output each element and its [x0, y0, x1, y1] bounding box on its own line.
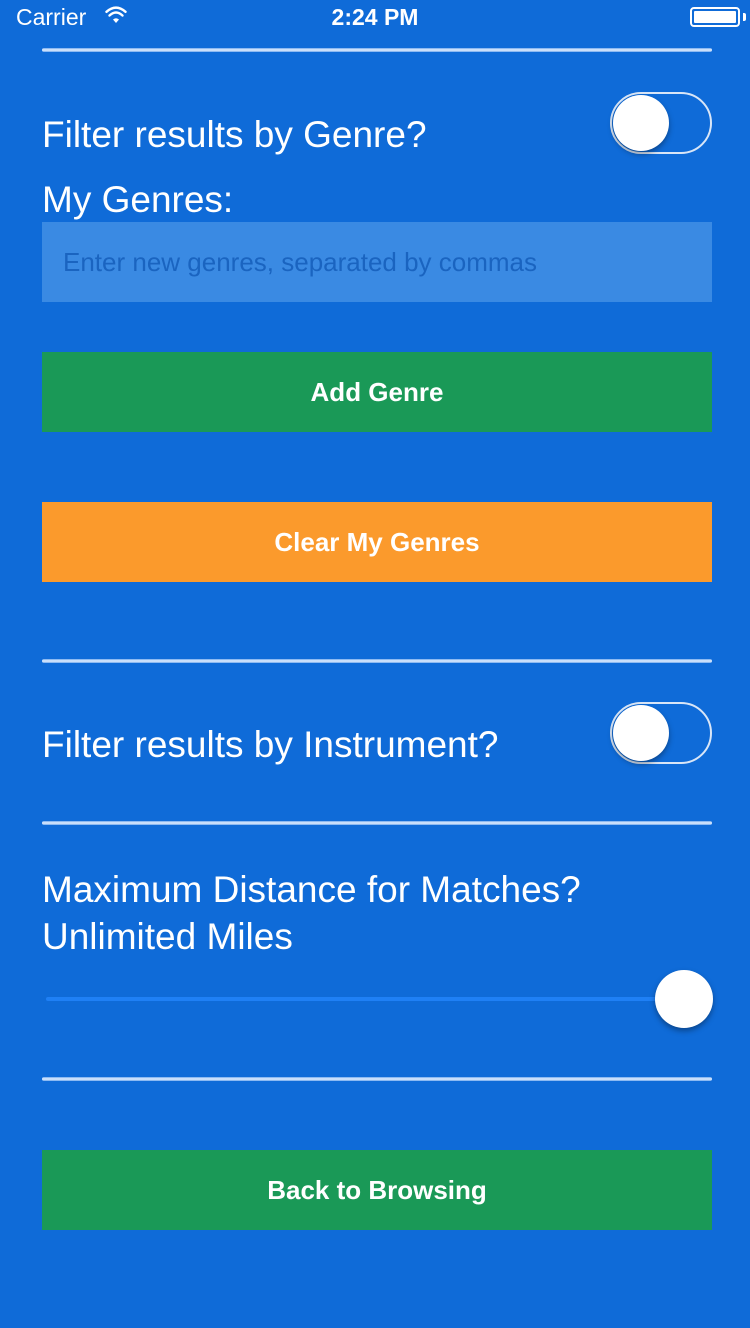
- genre-filter-switch-knob: [613, 95, 669, 151]
- instrument-filter-label: Filter results by Instrument?: [42, 724, 499, 765]
- add-genre-button[interactable]: Add Genre: [42, 352, 712, 432]
- distance-value: Unlimited Miles: [42, 916, 293, 957]
- genre-filter-label: Filter results by Genre?: [42, 114, 427, 155]
- distance-slider[interactable]: [46, 970, 713, 1028]
- divider-instrument: [42, 821, 712, 825]
- divider-genre: [42, 659, 712, 663]
- battery-level-fill: [694, 11, 736, 23]
- status-time: 2:24 PM: [331, 4, 419, 30]
- clear-genres-button[interactable]: Clear My Genres: [42, 502, 712, 582]
- distance-slider-thumb[interactable]: [655, 970, 713, 1028]
- instrument-filter-switch[interactable]: [610, 702, 712, 764]
- genre-filter-switch[interactable]: [610, 92, 712, 154]
- distance-label: Maximum Distance for Matches?: [42, 869, 581, 910]
- divider-distance: [42, 1077, 712, 1081]
- distance-slider-track[interactable]: [46, 997, 684, 1001]
- divider-top: [42, 48, 712, 52]
- instrument-filter-switch-knob: [613, 705, 669, 761]
- back-to-browsing-button[interactable]: Back to Browsing: [42, 1150, 712, 1230]
- battery-icon: [690, 7, 740, 27]
- genre-input[interactable]: [42, 222, 712, 302]
- my-genres-label: My Genres:: [42, 179, 234, 220]
- filter-settings-screen: Carrier 2:24 PM Filter results by Genre?…: [0, 0, 750, 1328]
- battery-tip: [743, 13, 746, 21]
- status-bar: Carrier 2:24 PM: [0, 0, 750, 34]
